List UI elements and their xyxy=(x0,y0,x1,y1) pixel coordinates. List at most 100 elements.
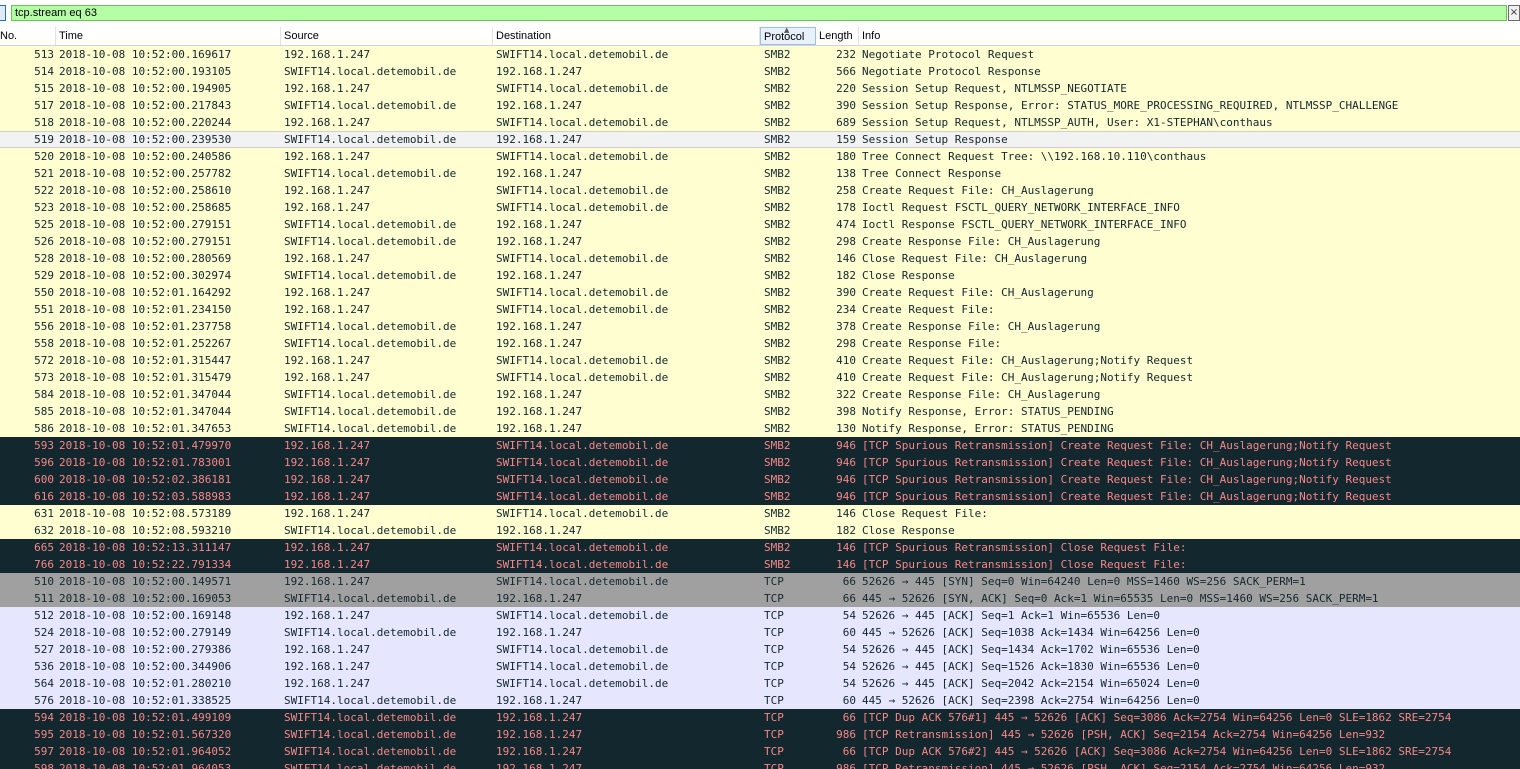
packet-row[interactable]: 512 2018-10-08 10:52:00.169148 192.168.1.2… xyxy=(0,607,1520,624)
column-header-source[interactable]: Source xyxy=(281,27,493,45)
packet-info: Create Request File: CH_Auslagerung xyxy=(862,184,1094,197)
packet-destination: 192.168.1.247 xyxy=(496,218,583,231)
packet-info: Create Request File: CH_Auslagerung;Noti… xyxy=(862,354,1194,367)
packet-length: 138 xyxy=(836,167,856,180)
packet-info: Ioctl Response FSCTL_QUERY_NETWORK_INTER… xyxy=(862,218,1187,231)
packet-time: 2018-10-08 10:52:01.499109 xyxy=(59,711,232,724)
packet-row[interactable]: 523 2018-10-08 10:52:00.258685 192.168.1.2… xyxy=(0,199,1520,216)
packet-row[interactable]: 586 2018-10-08 10:52:01.347653 SWIFT14.loc… xyxy=(0,420,1520,437)
display-filter-input[interactable]: tcp.stream eq 63 xyxy=(11,5,1507,21)
packet-row[interactable]: 525 2018-10-08 10:52:00.279151 SWIFT14.loc… xyxy=(0,216,1520,233)
packet-row[interactable]: 526 2018-10-08 10:52:00.279151 SWIFT14.loc… xyxy=(0,233,1520,250)
packet-length: 146 xyxy=(836,507,856,520)
packet-row[interactable]: 524 2018-10-08 10:52:00.279149 SWIFT14.loc… xyxy=(0,624,1520,641)
packet-row[interactable]: 632 2018-10-08 10:52:08.593210 SWIFT14.loc… xyxy=(0,522,1520,539)
packet-row[interactable]: 598 2018-10-08 10:52:01.964053 SWIFT14.loc… xyxy=(0,760,1520,769)
packet-list-header: No. Time Source Destination Protocol Len… xyxy=(0,26,1520,46)
packet-row[interactable]: 511 2018-10-08 10:52:00.169053 SWIFT14.loc… xyxy=(0,590,1520,607)
packet-time: 2018-10-08 10:52:00.240586 xyxy=(59,150,232,163)
packet-row[interactable]: 564 2018-10-08 10:52:01.280210 192.168.1.2… xyxy=(0,675,1520,692)
packet-destination: SWIFT14.local.detemobil.de xyxy=(496,371,669,384)
packet-row[interactable]: 551 2018-10-08 10:52:01.234150 192.168.1.2… xyxy=(0,301,1520,318)
packet-destination: SWIFT14.local.detemobil.de xyxy=(496,677,669,690)
packet-number: 550 xyxy=(34,286,54,299)
packet-row[interactable]: 510 2018-10-08 10:52:00.149571 192.168.1.2… xyxy=(0,573,1520,590)
packet-destination: SWIFT14.local.detemobil.de xyxy=(496,558,669,571)
packet-row[interactable]: 515 2018-10-08 10:52:00.194905 192.168.1.2… xyxy=(0,80,1520,97)
packet-row[interactable]: 572 2018-10-08 10:52:01.315447 192.168.1.2… xyxy=(0,352,1520,369)
packet-source: 192.168.1.247 xyxy=(284,439,371,452)
packet-length: 182 xyxy=(836,269,856,282)
filter-bookmark-button[interactable] xyxy=(0,5,6,21)
packet-row[interactable]: 521 2018-10-08 10:52:00.257782 SWIFT14.loc… xyxy=(0,165,1520,182)
packet-row[interactable]: 527 2018-10-08 10:52:00.279386 192.168.1.2… xyxy=(0,641,1520,658)
packet-row[interactable]: 766 2018-10-08 10:52:22.791334 192.168.1.2… xyxy=(0,556,1520,573)
packet-row[interactable]: 529 2018-10-08 10:52:00.302974 SWIFT14.loc… xyxy=(0,267,1520,284)
packet-length: 298 xyxy=(836,337,856,350)
packet-row[interactable]: 594 2018-10-08 10:52:01.499109 SWIFT14.loc… xyxy=(0,709,1520,726)
column-header-info[interactable]: Info xyxy=(859,27,1520,45)
packet-source: 192.168.1.247 xyxy=(284,643,371,656)
packet-info: 52626 → 445 [SYN] Seq=0 Win=64240 Len=0 … xyxy=(862,575,1306,588)
packet-row[interactable]: 596 2018-10-08 10:52:01.783001 192.168.1.2… xyxy=(0,454,1520,471)
packet-length: 234 xyxy=(836,303,856,316)
packet-protocol: SMB2 xyxy=(764,150,791,163)
packet-row[interactable]: 517 2018-10-08 10:52:00.217843 SWIFT14.loc… xyxy=(0,97,1520,114)
packet-destination: 192.168.1.247 xyxy=(496,99,583,112)
packet-destination: 192.168.1.247 xyxy=(496,745,583,758)
packet-row[interactable]: 616 2018-10-08 10:52:03.588983 192.168.1.2… xyxy=(0,488,1520,505)
packet-row[interactable]: 576 2018-10-08 10:52:01.338525 SWIFT14.loc… xyxy=(0,692,1520,709)
packet-row[interactable]: 513 2018-10-08 10:52:00.169617 192.168.1.2… xyxy=(0,46,1520,63)
packet-protocol: SMB2 xyxy=(764,82,791,95)
packet-length: 946 xyxy=(836,473,856,486)
packet-row[interactable]: 520 2018-10-08 10:52:00.240586 192.168.1.2… xyxy=(0,148,1520,165)
packet-row[interactable]: 584 2018-10-08 10:52:01.347044 SWIFT14.loc… xyxy=(0,386,1520,403)
packet-info: Tree Connect Response xyxy=(862,167,1002,180)
packet-info: Notify Response, Error: STATUS_PENDING xyxy=(862,405,1114,418)
packet-number: 525 xyxy=(34,218,54,231)
packet-number: 598 xyxy=(34,762,54,769)
packet-destination: SWIFT14.local.detemobil.de xyxy=(496,82,669,95)
packet-destination: SWIFT14.local.detemobil.de xyxy=(496,541,669,554)
packet-time: 2018-10-08 10:52:00.257782 xyxy=(59,167,232,180)
packet-destination: 192.168.1.247 xyxy=(496,711,583,724)
packet-row[interactable]: 665 2018-10-08 10:52:13.311147 192.168.1.2… xyxy=(0,539,1520,556)
packet-protocol: SMB2 xyxy=(764,252,791,265)
packet-row[interactable]: 556 2018-10-08 10:52:01.237758 SWIFT14.loc… xyxy=(0,318,1520,335)
column-header-time[interactable]: Time xyxy=(56,27,281,45)
packet-number: 517 xyxy=(34,99,54,112)
column-header-length[interactable]: Length xyxy=(816,27,859,45)
packet-row[interactable]: 593 2018-10-08 10:52:01.479970 192.168.1.2… xyxy=(0,437,1520,454)
column-header-destination[interactable]: Destination xyxy=(493,27,760,45)
packet-time: 2018-10-08 10:52:01.315479 xyxy=(59,371,232,384)
column-header-no[interactable]: No. xyxy=(0,27,56,45)
packet-row[interactable]: 573 2018-10-08 10:52:01.315479 192.168.1.2… xyxy=(0,369,1520,386)
packet-row[interactable]: 597 2018-10-08 10:52:01.964052 SWIFT14.loc… xyxy=(0,743,1520,760)
packet-row[interactable]: 519 2018-10-08 10:52:00.239530 SWIFT14.loc… xyxy=(0,131,1520,148)
packet-source: SWIFT14.local.detemobil.de xyxy=(284,592,457,605)
packet-row[interactable]: 585 2018-10-08 10:52:01.347044 SWIFT14.loc… xyxy=(0,403,1520,420)
packet-row[interactable]: 558 2018-10-08 10:52:01.252267 SWIFT14.loc… xyxy=(0,335,1520,352)
packet-destination: 192.168.1.247 xyxy=(496,269,583,282)
packet-row[interactable]: 631 2018-10-08 10:52:08.573189 192.168.1.2… xyxy=(0,505,1520,522)
packet-info: Session Setup Request, NTLMSSP_NEGOTIATE xyxy=(862,82,1127,95)
packet-row[interactable]: 550 2018-10-08 10:52:01.164292 192.168.1.2… xyxy=(0,284,1520,301)
packet-row[interactable]: 600 2018-10-08 10:52:02.386181 192.168.1.2… xyxy=(0,471,1520,488)
packet-row[interactable]: 514 2018-10-08 10:52:00.193105 SWIFT14.loc… xyxy=(0,63,1520,80)
packet-time: 2018-10-08 10:52:01.338525 xyxy=(59,694,232,707)
packet-row[interactable]: 528 2018-10-08 10:52:00.280569 192.168.1.2… xyxy=(0,250,1520,267)
packet-row[interactable]: 595 2018-10-08 10:52:01.567320 SWIFT14.loc… xyxy=(0,726,1520,743)
packet-destination: SWIFT14.local.detemobil.de xyxy=(496,201,669,214)
packet-row[interactable]: 522 2018-10-08 10:52:00.258610 192.168.1.2… xyxy=(0,182,1520,199)
packet-length: 298 xyxy=(836,235,856,248)
packet-row[interactable]: 536 2018-10-08 10:52:00.344906 192.168.1.2… xyxy=(0,658,1520,675)
packet-source: SWIFT14.local.detemobil.de xyxy=(284,524,457,537)
clear-filter-icon[interactable]: × xyxy=(1508,5,1520,21)
packet-row[interactable]: 518 2018-10-08 10:52:00.220244 192.168.1.2… xyxy=(0,114,1520,131)
packet-length: 474 xyxy=(836,218,856,231)
packet-source: 192.168.1.247 xyxy=(284,116,371,129)
packet-number: 665 xyxy=(34,541,54,554)
packet-list[interactable]: 513 2018-10-08 10:52:00.169617 192.168.1.2… xyxy=(0,46,1520,769)
packet-destination: 192.168.1.247 xyxy=(496,422,583,435)
packet-source: 192.168.1.247 xyxy=(284,82,371,95)
